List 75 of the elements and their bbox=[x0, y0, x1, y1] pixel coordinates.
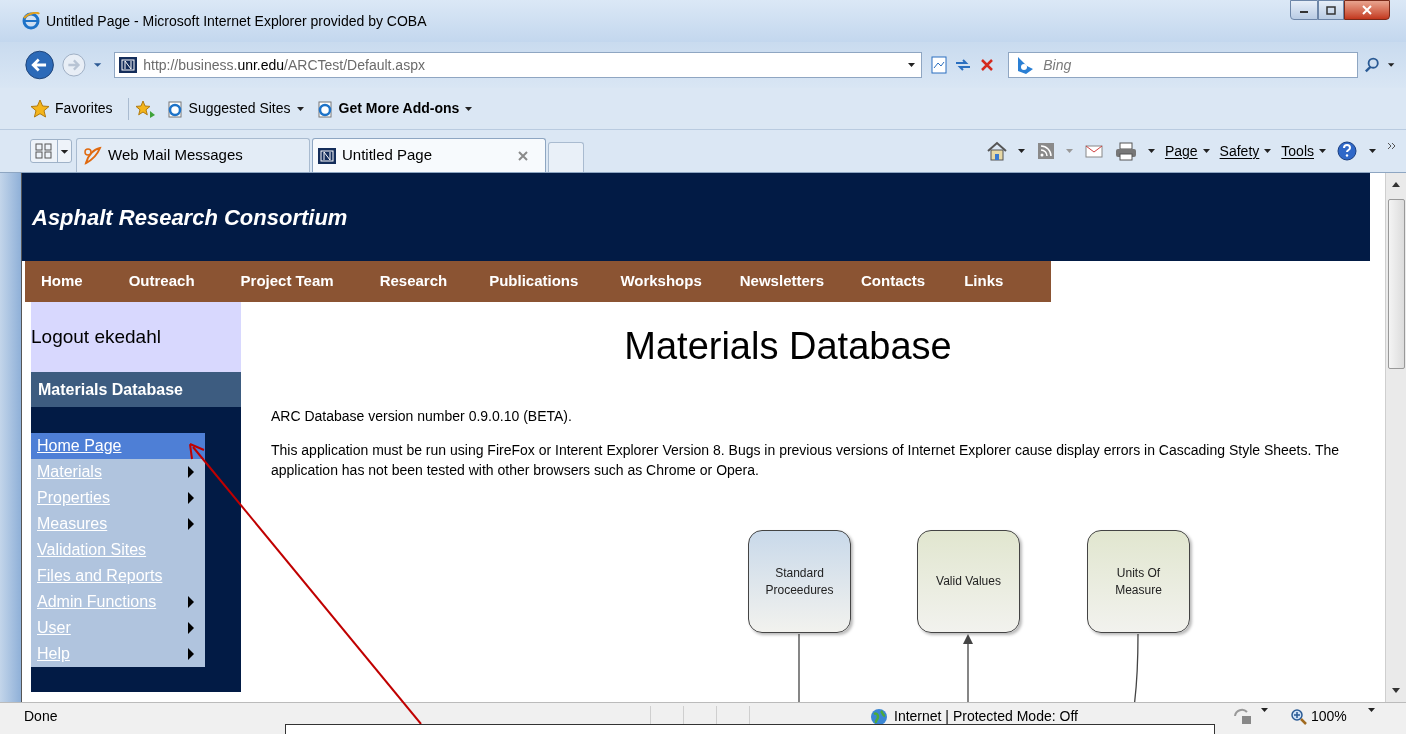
nav-link[interactable]: Publications bbox=[477, 270, 591, 293]
dropdown-icon bbox=[1201, 147, 1212, 155]
close-button[interactable] bbox=[1344, 0, 1390, 20]
diagram-node: Standard Proceedures bbox=[748, 530, 851, 633]
zoom-button[interactable]: 100% bbox=[1290, 706, 1347, 727]
search-field[interactable]: Bing bbox=[1008, 52, 1359, 78]
nav-link[interactable]: Home bbox=[25, 270, 99, 293]
tab-list-icon[interactable] bbox=[57, 140, 71, 162]
diagram-node: Units Of Measure bbox=[1087, 530, 1190, 633]
command-menu-button[interactable]: Page bbox=[1164, 140, 1212, 162]
browser-logo-icon bbox=[22, 12, 40, 30]
dropdown-icon bbox=[295, 104, 306, 113]
page-icon bbox=[165, 99, 184, 118]
security-zone: Internet | Protected Mode: Off bbox=[894, 707, 1078, 726]
dropdown-icon bbox=[1263, 147, 1274, 155]
window-title: Untitled Page - Microsoft Internet Explorer provided by COBA bbox=[46, 11, 428, 31]
page-heading: Materials Database bbox=[623, 324, 953, 368]
security-icon[interactable] bbox=[1232, 706, 1254, 726]
paragraph: ARC Database version number 0.9.0.10 (BETA). bbox=[271, 407, 573, 426]
dropdown-icon[interactable] bbox=[1016, 147, 1027, 155]
menu-item[interactable]: Home Page bbox=[31, 433, 205, 459]
submenu-arrow-icon bbox=[187, 647, 195, 661]
site-title: Asphalt Research Consortium bbox=[32, 203, 348, 232]
paragraph: This application must be run using FireFox or Interent Explorer Version 8. Bugs in previous versions of Internet Explorer cause display errors in Cascading Style Sheets. The application has not been tested with other browsers such as Chrome or Opera. bbox=[271, 441, 1341, 480]
dropdown-icon[interactable] bbox=[1366, 706, 1377, 714]
nav-link[interactable]: Outreach bbox=[98, 270, 225, 293]
dropdown-icon bbox=[464, 104, 475, 113]
search-icon[interactable] bbox=[1364, 56, 1381, 74]
nav-link[interactable]: Project Team bbox=[224, 270, 350, 293]
globe-icon bbox=[870, 707, 888, 726]
sidebar-heading: Materials Database bbox=[38, 379, 183, 400]
favorites-button[interactable]: Favorites bbox=[30, 97, 156, 120]
close-icon bbox=[1361, 5, 1373, 15]
toolbar-menu-button[interactable]: Get More Add-ons bbox=[315, 98, 475, 119]
nav-link[interactable]: Newsletters bbox=[731, 270, 832, 293]
help-icon[interactable] bbox=[1336, 140, 1360, 162]
status-text: Done bbox=[23, 707, 59, 726]
close-tab-icon[interactable] bbox=[516, 148, 530, 163]
star-icon bbox=[30, 98, 50, 119]
submenu-arrow-icon bbox=[187, 491, 195, 505]
page-icon bbox=[315, 99, 334, 118]
browser-tab[interactable]: Untitled Page bbox=[312, 138, 546, 172]
submenu-arrow-icon bbox=[187, 465, 195, 479]
maximize-icon bbox=[1326, 5, 1336, 15]
site-favicon bbox=[119, 57, 138, 73]
minimize-button[interactable] bbox=[1290, 0, 1318, 20]
browser-tab[interactable]: Web Mail Messages bbox=[76, 138, 310, 172]
diagram-node: Valid Values bbox=[917, 530, 1020, 633]
dropdown-icon[interactable] bbox=[1146, 147, 1157, 155]
address-field[interactable]: http://business.unr.edu/ARCTest/Default.aspx bbox=[114, 52, 923, 78]
dropdown-icon[interactable] bbox=[1368, 147, 1378, 155]
dropdown-icon bbox=[1318, 147, 1328, 155]
add-favorite-icon bbox=[133, 98, 156, 119]
back-icon[interactable] bbox=[24, 48, 56, 82]
dropdown-icon[interactable] bbox=[907, 61, 918, 69]
nav-link[interactable]: Contacts bbox=[832, 270, 955, 293]
site-favicon bbox=[318, 147, 336, 164]
submenu-arrow-icon bbox=[187, 517, 195, 531]
submenu-arrow-icon bbox=[187, 595, 195, 609]
nav-link[interactable]: Links bbox=[954, 270, 1014, 293]
submenu-arrow-icon bbox=[187, 621, 195, 635]
dropdown-icon[interactable] bbox=[1386, 61, 1396, 69]
toolbar-menu-button[interactable]: Suggested Sites bbox=[165, 98, 306, 119]
mail-icon bbox=[82, 145, 102, 166]
nav-link[interactable]: Research bbox=[349, 270, 478, 293]
connector-arrow bbox=[962, 634, 974, 702]
command-menu-button[interactable]: Tools bbox=[1281, 140, 1328, 162]
dropdown-icon[interactable] bbox=[1260, 706, 1270, 714]
connector-line bbox=[797, 634, 801, 702]
zoom-icon bbox=[1290, 707, 1308, 726]
nav-link[interactable]: Workshops bbox=[590, 270, 732, 293]
command-menu-button[interactable]: Safety bbox=[1219, 140, 1274, 162]
maximize-button[interactable] bbox=[1318, 0, 1344, 20]
scroll-thumb[interactable] bbox=[1387, 199, 1405, 369]
logout-link[interactable]: Logout ekedahl bbox=[31, 322, 161, 352]
